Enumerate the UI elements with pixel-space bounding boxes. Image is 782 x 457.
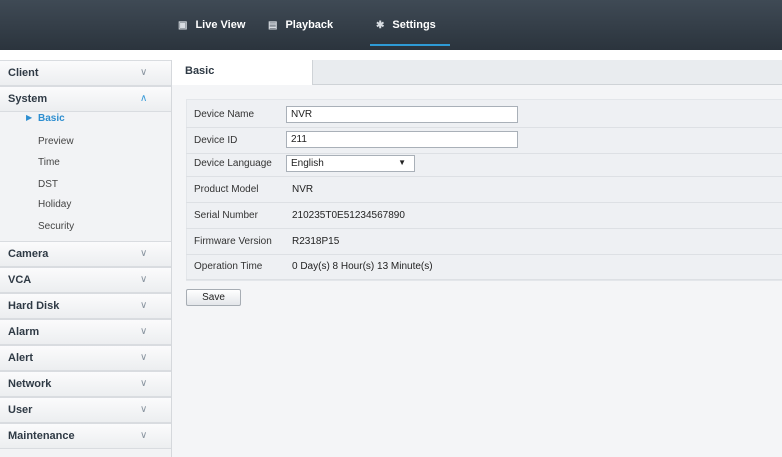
sidebar-section-label: System bbox=[8, 93, 48, 105]
device-language-select[interactable]: English ▼ bbox=[286, 155, 415, 172]
field-label: Serial Number bbox=[194, 210, 258, 221]
sidebar-section-label: VCA bbox=[8, 274, 32, 286]
firmware-version-value: R2318P15 bbox=[292, 236, 340, 247]
sidebar-section-user[interactable]: User ∨ bbox=[0, 397, 171, 423]
field-label: Device ID bbox=[194, 135, 238, 146]
operation-time-value: 0 Day(s) 8 Hour(s) 13 Minute(s) bbox=[292, 261, 433, 272]
chevron-down-icon: ∨ bbox=[140, 274, 148, 285]
sidebar-item-dst[interactable]: DST bbox=[38, 179, 58, 190]
gear-icon: ✱ bbox=[376, 19, 385, 31]
chevron-down-icon: ∨ bbox=[140, 430, 148, 441]
sidebar-section-label: Maintenance bbox=[8, 430, 75, 442]
chevron-down-icon: ∨ bbox=[140, 300, 148, 311]
sidebar-section-label: Client bbox=[8, 67, 39, 79]
field-label: Device Language bbox=[194, 158, 272, 169]
tab-basic[interactable]: Basic bbox=[172, 60, 313, 85]
monitor-icon: ▣ bbox=[178, 19, 188, 31]
tab-playback[interactable]: ▤ Playback bbox=[268, 0, 333, 50]
sidebar-item-time[interactable]: Time bbox=[38, 157, 60, 168]
field-label: Operation Time bbox=[194, 261, 263, 272]
field-label: Device Name bbox=[194, 109, 255, 120]
field-label: Firmware Version bbox=[194, 236, 272, 247]
chevron-down-icon: ∨ bbox=[140, 378, 148, 389]
form-row-product-model: Product Model NVR bbox=[186, 177, 782, 203]
sidebar-section-label: Hard Disk bbox=[8, 300, 60, 312]
sidebar-section-label: User bbox=[8, 404, 33, 416]
sidebar-section-label: Alert bbox=[8, 352, 34, 364]
top-navigation-bar: ▣ Live View ▤ Playback ✱ Settings bbox=[0, 0, 782, 50]
form-row-serial-number: Serial Number 210235T0E51234567890 bbox=[186, 203, 782, 229]
tab-settings-label: Settings bbox=[392, 19, 436, 31]
sidebar-section-vca[interactable]: VCA ∨ bbox=[0, 267, 171, 293]
form-row-operation-time: Operation Time 0 Day(s) 8 Hour(s) 13 Min… bbox=[186, 254, 782, 280]
product-model-value: NVR bbox=[292, 184, 314, 195]
sidebar-item-basic[interactable]: Basic bbox=[38, 113, 65, 124]
sidebar-section-maintenance[interactable]: Maintenance ∨ bbox=[0, 423, 171, 449]
form-row-firmware-version: Firmware Version R2318P15 bbox=[186, 229, 782, 255]
sidebar-section-client[interactable]: Client ∨ bbox=[0, 60, 171, 86]
caret-right-icon: ▶ bbox=[26, 113, 33, 122]
tab-live-view-label: Live View bbox=[195, 19, 246, 31]
chevron-down-icon: ∨ bbox=[140, 248, 148, 259]
device-language-value: English bbox=[291, 158, 324, 169]
tab-playback-label: Playback bbox=[285, 19, 334, 31]
sidebar-item-security[interactable]: Security bbox=[38, 221, 74, 232]
chevron-down-icon: ∨ bbox=[140, 404, 148, 415]
chevron-down-icon: ∨ bbox=[140, 67, 148, 78]
field-label: Product Model bbox=[194, 184, 259, 195]
sidebar-section-alarm[interactable]: Alarm ∨ bbox=[0, 319, 171, 345]
chevron-down-icon: ∨ bbox=[140, 326, 148, 337]
sidebar-section-label: Alarm bbox=[8, 326, 40, 338]
sidebar-section-system[interactable]: System ∧ bbox=[0, 86, 171, 112]
chevron-up-icon: ∧ bbox=[140, 93, 148, 104]
device-id-input[interactable]: 211 bbox=[286, 131, 518, 148]
sidebar-section-network[interactable]: Network ∨ bbox=[0, 371, 171, 397]
sidebar-section-label: Network bbox=[8, 378, 52, 390]
tab-basic-label: Basic bbox=[185, 65, 215, 77]
serial-number-value: 210235T0E51234567890 bbox=[292, 210, 405, 221]
tab-live-view[interactable]: ▣ Live View bbox=[178, 0, 245, 50]
sidebar-section-alert[interactable]: Alert ∨ bbox=[0, 345, 171, 371]
chevron-down-icon: ∨ bbox=[140, 352, 148, 363]
sidebar-item-holiday[interactable]: Holiday bbox=[38, 199, 71, 210]
dropdown-arrow-icon: ▼ bbox=[398, 158, 406, 167]
sidebar-section-label: Camera bbox=[8, 248, 49, 260]
sidebar-section-camera[interactable]: Camera ∨ bbox=[0, 241, 171, 267]
tab-settings[interactable]: ✱ Settings bbox=[370, 0, 450, 50]
form-row-device-language: Device Language bbox=[186, 151, 782, 177]
sidebar-item-preview[interactable]: Preview bbox=[38, 136, 74, 147]
sidebar-section-hard-disk[interactable]: Hard Disk ∨ bbox=[0, 293, 171, 319]
film-icon: ▤ bbox=[268, 19, 278, 31]
save-button[interactable]: Save bbox=[186, 289, 241, 306]
device-name-input[interactable]: NVR bbox=[286, 106, 518, 123]
